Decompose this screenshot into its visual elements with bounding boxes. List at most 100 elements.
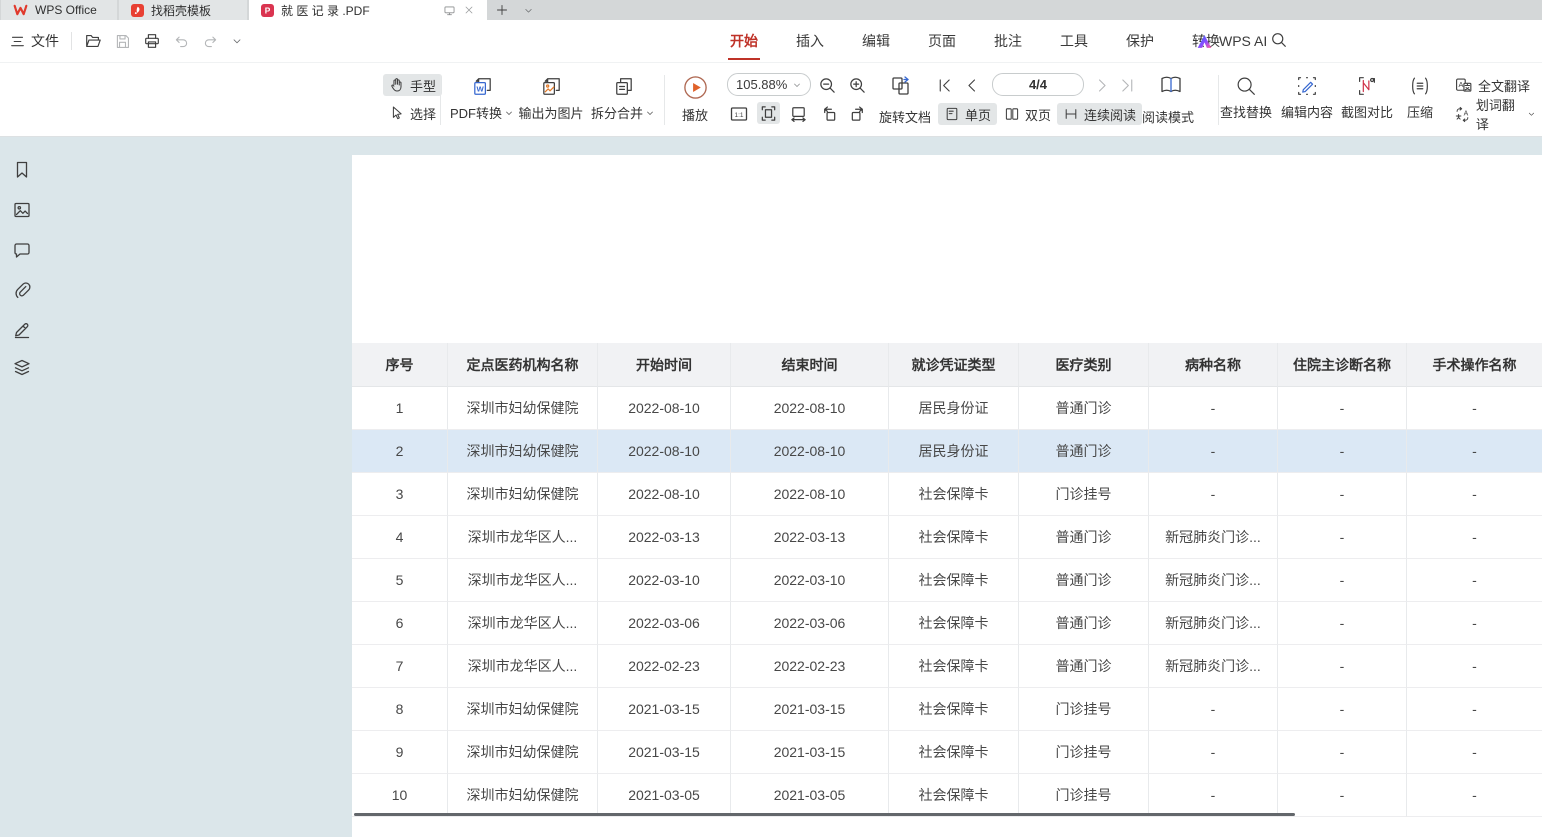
table-cell: 2022-03-13 bbox=[598, 516, 731, 559]
attachment-icon[interactable] bbox=[12, 280, 32, 300]
open-file-icon[interactable] bbox=[84, 32, 102, 50]
table-cell: 新冠肺炎门诊... bbox=[1149, 645, 1278, 688]
screenshot-compare-icon bbox=[1355, 74, 1379, 98]
redo-icon[interactable] bbox=[202, 33, 219, 50]
rotate-right-icon[interactable] bbox=[849, 104, 868, 123]
save-icon[interactable] bbox=[114, 33, 131, 50]
find-replace-button[interactable]: 查找替换 bbox=[1219, 74, 1273, 121]
word-translate-button[interactable]: A 划词翻译 bbox=[1448, 103, 1542, 125]
column-header: 医疗类别 bbox=[1019, 343, 1149, 387]
last-page-icon[interactable] bbox=[1119, 77, 1136, 94]
zoom-in-icon[interactable] bbox=[848, 76, 867, 95]
table-row[interactable]: 6深圳市龙华区人...2022-03-062022-03-06社会保障卡普通门诊… bbox=[352, 602, 1542, 645]
screenshot-compare-button[interactable]: 截图对比 bbox=[1340, 74, 1394, 121]
play-button[interactable]: 播放 bbox=[672, 74, 718, 124]
column-header: 住院主诊断名称 bbox=[1278, 343, 1407, 387]
pdf-convert-button[interactable]: W PDF转换 bbox=[447, 74, 517, 122]
split-merge-button[interactable]: 拆分合并 bbox=[586, 74, 660, 122]
close-tab-icon[interactable] bbox=[463, 4, 475, 16]
compress-button[interactable]: 压缩 bbox=[1400, 74, 1440, 121]
ribbon-tab-page[interactable]: 页面 bbox=[926, 20, 958, 62]
ribbon-tab-insert[interactable]: 插入 bbox=[794, 20, 826, 62]
table-cell: 新冠肺炎门诊... bbox=[1149, 516, 1278, 559]
table-row[interactable]: 5深圳市龙华区人...2022-03-102022-03-10社会保障卡普通门诊… bbox=[352, 559, 1542, 602]
zoom-level-combo[interactable]: 105.88% bbox=[727, 73, 811, 96]
actual-size-icon[interactable]: 1:1 bbox=[729, 104, 749, 124]
ribbon-tab-home[interactable]: 开始 bbox=[728, 20, 760, 62]
print-icon[interactable] bbox=[143, 32, 161, 50]
continuous-read-button[interactable]: 连续阅读 bbox=[1057, 103, 1142, 125]
comment-icon[interactable] bbox=[12, 240, 32, 260]
table-row[interactable]: 10深圳市妇幼保健院2021-03-052021-03-05社会保障卡门诊挂号-… bbox=[352, 774, 1542, 817]
ribbon-tab-comment[interactable]: 批注 bbox=[992, 20, 1024, 62]
table-row[interactable]: 9深圳市妇幼保健院2021-03-152021-03-15社会保障卡门诊挂号--… bbox=[352, 731, 1542, 774]
table-cell: 2022-08-10 bbox=[598, 473, 731, 516]
present-monitor-icon[interactable] bbox=[443, 4, 456, 17]
table-cell: - bbox=[1149, 473, 1278, 516]
menu-bar: 文件 开始 插入 编辑 页面 批注 工具 保护 转换 WPS AI bbox=[0, 20, 1542, 62]
rotate-document-button[interactable]: 旋转文档 bbox=[879, 107, 931, 126]
signature-pen-icon[interactable] bbox=[12, 318, 32, 340]
table-cell: 2 bbox=[352, 430, 448, 473]
table-cell: - bbox=[1149, 731, 1278, 774]
tab-docer-templates[interactable]: 找稻壳模板 bbox=[119, 0, 247, 20]
table-cell: 2022-03-06 bbox=[731, 602, 889, 645]
table-row[interactable]: 8深圳市妇幼保健院2021-03-152021-03-15社会保障卡门诊挂号--… bbox=[352, 688, 1542, 731]
table-cell: 2021-03-15 bbox=[731, 688, 889, 731]
hand-tool-button[interactable]: 手型 bbox=[383, 74, 442, 96]
rotate-left-icon[interactable] bbox=[819, 104, 838, 123]
fit-width-icon[interactable] bbox=[789, 104, 808, 123]
table-cell: 2022-03-13 bbox=[731, 516, 889, 559]
fit-page-icon[interactable] bbox=[757, 102, 780, 124]
first-page-icon[interactable] bbox=[936, 77, 953, 94]
replace-pages-icon[interactable] bbox=[888, 73, 914, 99]
table-cell: 社会保障卡 bbox=[889, 559, 1019, 602]
tab-wps-home[interactable]: WPS Office bbox=[1, 0, 117, 20]
ribbon-tab-protect[interactable]: 保护 bbox=[1124, 20, 1156, 62]
select-tool-button[interactable]: 选择 bbox=[383, 102, 442, 124]
bookmark-icon[interactable] bbox=[12, 160, 32, 180]
ribbon-tab-tools[interactable]: 工具 bbox=[1058, 20, 1090, 62]
read-mode-button[interactable]: 阅读模式 bbox=[1142, 107, 1194, 126]
search-icon[interactable] bbox=[1270, 31, 1288, 49]
zoom-out-icon[interactable] bbox=[818, 76, 837, 95]
previous-page-icon[interactable] bbox=[963, 77, 980, 94]
page-number-field[interactable] bbox=[992, 73, 1084, 96]
full-translate-button[interactable]: A 全文翻译 bbox=[1448, 74, 1536, 96]
table-row[interactable]: 2深圳市妇幼保健院2022-08-102022-08-10居民身份证普通门诊--… bbox=[352, 430, 1542, 473]
edit-content-button[interactable]: 编辑内容 bbox=[1280, 74, 1334, 121]
table-row[interactable]: 7深圳市龙华区人...2022-02-232022-02-23社会保障卡普通门诊… bbox=[352, 645, 1542, 688]
wps-ai-button[interactable]: WPS AI bbox=[1196, 20, 1267, 62]
layers-icon[interactable] bbox=[12, 358, 32, 378]
horizontal-scrollbar[interactable] bbox=[354, 813, 1295, 816]
tab-list-chevron-icon[interactable] bbox=[516, 0, 541, 20]
table-cell: 普通门诊 bbox=[1019, 387, 1149, 430]
table-cell: 普通门诊 bbox=[1019, 516, 1149, 559]
table-cell: 深圳市龙华区人... bbox=[448, 559, 598, 602]
tab-document-pdf[interactable]: P 就 医 记 录 .PDF bbox=[249, 0, 487, 20]
undo-icon[interactable] bbox=[173, 33, 190, 50]
table-cell: 深圳市妇幼保健院 bbox=[448, 387, 598, 430]
export-image-button[interactable]: 输出为图片 bbox=[515, 74, 587, 122]
next-page-icon[interactable] bbox=[1094, 77, 1111, 94]
table-row[interactable]: 1深圳市妇幼保健院2022-08-102022-08-10居民身份证普通门诊--… bbox=[352, 387, 1542, 430]
ribbon-tab-edit[interactable]: 编辑 bbox=[860, 20, 892, 62]
table-cell: - bbox=[1149, 774, 1278, 817]
ribbon-toolbar: 手型 选择 W PDF转换 输出为图片 拆分合并 播放 105.88% bbox=[0, 62, 1542, 137]
read-mode-icon[interactable] bbox=[1158, 72, 1184, 98]
quick-access-chevron-icon[interactable] bbox=[231, 35, 243, 47]
double-page-label: 双页 bbox=[1025, 105, 1051, 124]
divider bbox=[664, 75, 665, 125]
table-cell: - bbox=[1278, 602, 1407, 645]
file-menu-button[interactable]: 文件 bbox=[10, 31, 59, 51]
table-cell: 普通门诊 bbox=[1019, 430, 1149, 473]
new-tab-button[interactable] bbox=[488, 0, 516, 20]
table-cell: - bbox=[1278, 774, 1407, 817]
table-cell: 普通门诊 bbox=[1019, 645, 1149, 688]
table-row[interactable]: 3深圳市妇幼保健院2022-08-102022-08-10社会保障卡门诊挂号--… bbox=[352, 473, 1542, 516]
table-cell: 门诊挂号 bbox=[1019, 731, 1149, 774]
table-cell: 普通门诊 bbox=[1019, 559, 1149, 602]
single-page-button[interactable]: 单页 bbox=[938, 103, 997, 125]
table-row[interactable]: 4深圳市龙华区人...2022-03-132022-03-13社会保障卡普通门诊… bbox=[352, 516, 1542, 559]
thumbnail-icon[interactable] bbox=[12, 200, 32, 220]
